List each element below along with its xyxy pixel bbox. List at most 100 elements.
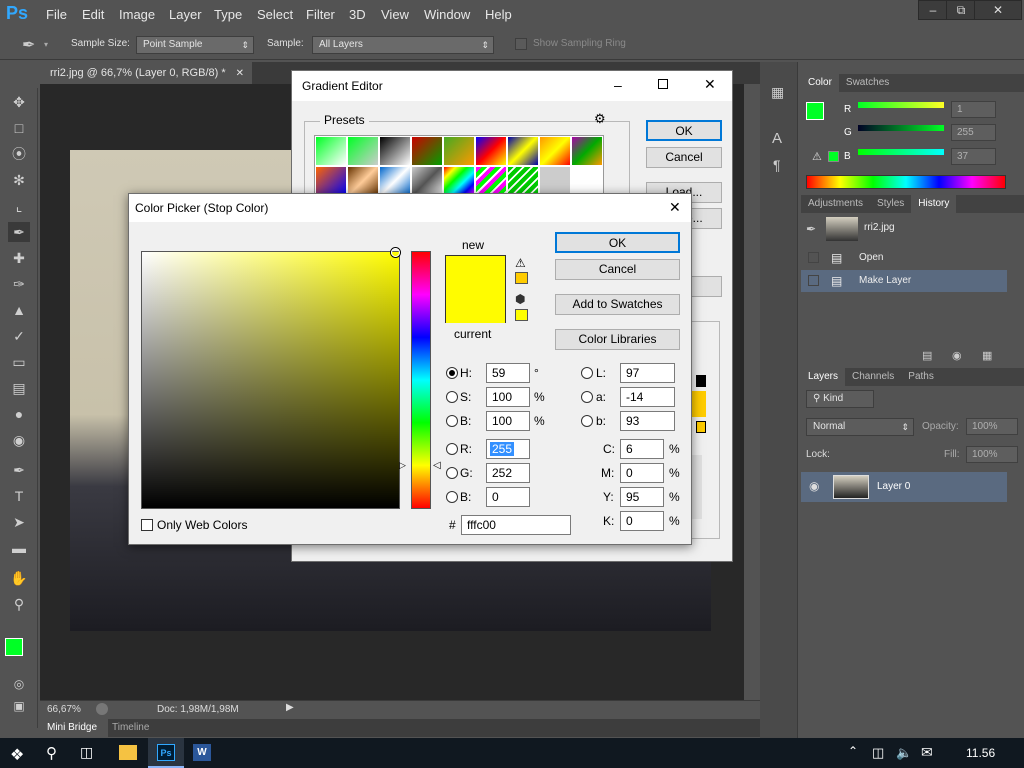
history-brush-box[interactable]	[808, 275, 819, 286]
preset-swatch[interactable]	[476, 167, 506, 195]
history-item-selected[interactable]: ▤ Make Layer	[801, 270, 1007, 292]
pen-tool-icon[interactable]: ✒	[8, 460, 30, 480]
red-input[interactable]: 255	[486, 439, 530, 459]
color-spectrum-ramp[interactable]	[806, 175, 1006, 189]
preset-swatch[interactable]	[540, 137, 570, 165]
close-tab-icon[interactable]: ✕	[236, 68, 244, 79]
opacity-stop-icon[interactable]	[696, 375, 706, 387]
volume-icon[interactable]: 🔈	[896, 745, 912, 761]
new-document-from-state-icon[interactable]: ▤	[922, 349, 932, 362]
word-icon[interactable]: W	[193, 744, 211, 761]
eyedropper-tool-icon[interactable]: ✒	[8, 222, 30, 242]
minimize-button[interactable]: –	[918, 0, 948, 20]
preset-swatch[interactable]	[508, 137, 538, 165]
menu-view[interactable]: View	[381, 7, 409, 22]
hue-input[interactable]: 59	[486, 363, 530, 383]
type-tool-icon[interactable]: T	[8, 486, 30, 506]
preset-swatch[interactable]	[412, 137, 442, 165]
add-to-swatches-button[interactable]: Add to Swatches	[555, 294, 680, 315]
gamut-warning-icon[interactable]: ⚠	[515, 256, 526, 270]
path-selection-tool-icon[interactable]: ➤	[8, 512, 30, 532]
menu-type[interactable]: Type	[214, 7, 242, 22]
picker-ok-button[interactable]: OK	[555, 232, 680, 253]
opacity-field[interactable]: 100%	[966, 418, 1018, 435]
web-safe-swatch[interactable]	[515, 309, 528, 321]
layer-name[interactable]: Layer 0	[877, 481, 910, 492]
paragraph-icon[interactable]: ¶	[773, 157, 781, 173]
tab-layers[interactable]: Layers	[801, 368, 846, 386]
radio-red[interactable]	[446, 443, 458, 455]
preset-swatch[interactable]	[316, 167, 346, 195]
layer-filter-select[interactable]: ⚲ Kind	[806, 390, 874, 408]
zoom-level[interactable]: 66,67%	[47, 704, 81, 715]
presets-gear-icon[interactable]: ⚙	[594, 111, 606, 127]
lab-b-input[interactable]: 93	[620, 411, 675, 431]
menu-layer[interactable]: Layer	[169, 7, 202, 22]
tab-swatches[interactable]: Swatches	[838, 74, 897, 92]
maximize-icon[interactable]	[658, 79, 668, 89]
color-r-field[interactable]: 1	[951, 101, 996, 118]
hue-slider[interactable]	[411, 251, 431, 509]
preset-swatch[interactable]	[572, 137, 602, 165]
color-r-slider[interactable]	[858, 102, 944, 108]
eyedropper-icon[interactable]: ✒	[22, 35, 35, 55]
healing-brush-tool-icon[interactable]: ✚	[8, 248, 30, 268]
gradient-tool-icon[interactable]: ▤	[8, 378, 30, 398]
show-sampling-ring-checkbox[interactable]	[515, 38, 527, 50]
preset-swatch[interactable]	[412, 167, 442, 195]
task-view-icon[interactable]: ◫	[80, 744, 93, 761]
restore-button[interactable]: ⧉	[946, 0, 976, 20]
windows-start-icon[interactable]: ❖	[10, 745, 24, 765]
black-input[interactable]: 0	[620, 511, 664, 531]
menu-help[interactable]: Help	[485, 7, 512, 22]
gamut-warning-icon[interactable]: ⚠	[812, 150, 822, 163]
fill-field[interactable]: 100%	[966, 446, 1018, 463]
radio-lab-a[interactable]	[581, 391, 593, 403]
tab-timeline[interactable]: Timeline	[112, 719, 149, 737]
gamut-correction-swatch[interactable]	[515, 272, 528, 284]
color-panel-foreground-swatch[interactable]	[806, 102, 824, 120]
picker-cancel-button[interactable]: Cancel	[555, 259, 680, 280]
only-web-colors-checkbox[interactable]	[141, 519, 153, 531]
status-menu-arrow-icon[interactable]: ▶	[286, 702, 294, 713]
preset-swatch[interactable]	[508, 167, 538, 195]
menu-file[interactable]: File	[46, 7, 67, 22]
lab-l-input[interactable]: 97	[620, 363, 675, 383]
gradient-bar-preview[interactable]	[692, 391, 706, 417]
color-b-slider[interactable]	[858, 149, 944, 155]
preset-swatch[interactable]	[476, 137, 506, 165]
hex-input[interactable]: fffc00	[461, 515, 571, 535]
color-libraries-button[interactable]: Color Libraries	[555, 329, 680, 350]
color-stop-icon[interactable]	[696, 421, 706, 433]
history-item[interactable]: ▤ Open	[801, 247, 1007, 269]
close-icon[interactable]: ✕	[704, 76, 716, 93]
blue-input[interactable]: 0	[486, 487, 530, 507]
crop-tool-icon[interactable]: ⌞	[8, 196, 30, 216]
tab-color[interactable]: Color	[801, 74, 839, 92]
blur-tool-icon[interactable]: ●	[8, 404, 30, 424]
radio-lab-b[interactable]	[581, 415, 593, 427]
color-b-field[interactable]: 37	[951, 148, 996, 165]
menu-select[interactable]: Select	[257, 7, 293, 22]
screen-mode-icon[interactable]: ▣	[8, 696, 30, 716]
clone-stamp-tool-icon[interactable]: ▲	[8, 300, 30, 320]
hand-tool-icon[interactable]: ✋	[8, 568, 30, 588]
close-icon[interactable]: ✕	[669, 199, 681, 216]
tab-paths[interactable]: Paths	[901, 368, 941, 386]
chevron-up-icon[interactable]: ⌃	[848, 744, 858, 758]
preset-swatch[interactable]	[316, 137, 346, 165]
gradient-cancel-button[interactable]: Cancel	[646, 147, 722, 168]
tab-mini-bridge[interactable]: Mini Bridge	[40, 719, 108, 737]
eraser-tool-icon[interactable]: ▭	[8, 352, 30, 372]
tab-history[interactable]: History	[911, 195, 957, 213]
lab-a-input[interactable]: -14	[620, 387, 675, 407]
search-icon[interactable]: ⚲	[46, 744, 57, 762]
gradient-ok-button[interactable]: OK	[646, 120, 722, 141]
action-center-icon[interactable]: ✉	[921, 744, 933, 761]
preset-swatch[interactable]	[380, 137, 410, 165]
green-input[interactable]: 252	[486, 463, 530, 483]
menu-window[interactable]: Window	[424, 7, 470, 22]
clock[interactable]: 11.56	[966, 746, 995, 760]
radio-blue[interactable]	[446, 491, 458, 503]
web-safe-cube-icon[interactable]: ⬢	[515, 292, 525, 306]
